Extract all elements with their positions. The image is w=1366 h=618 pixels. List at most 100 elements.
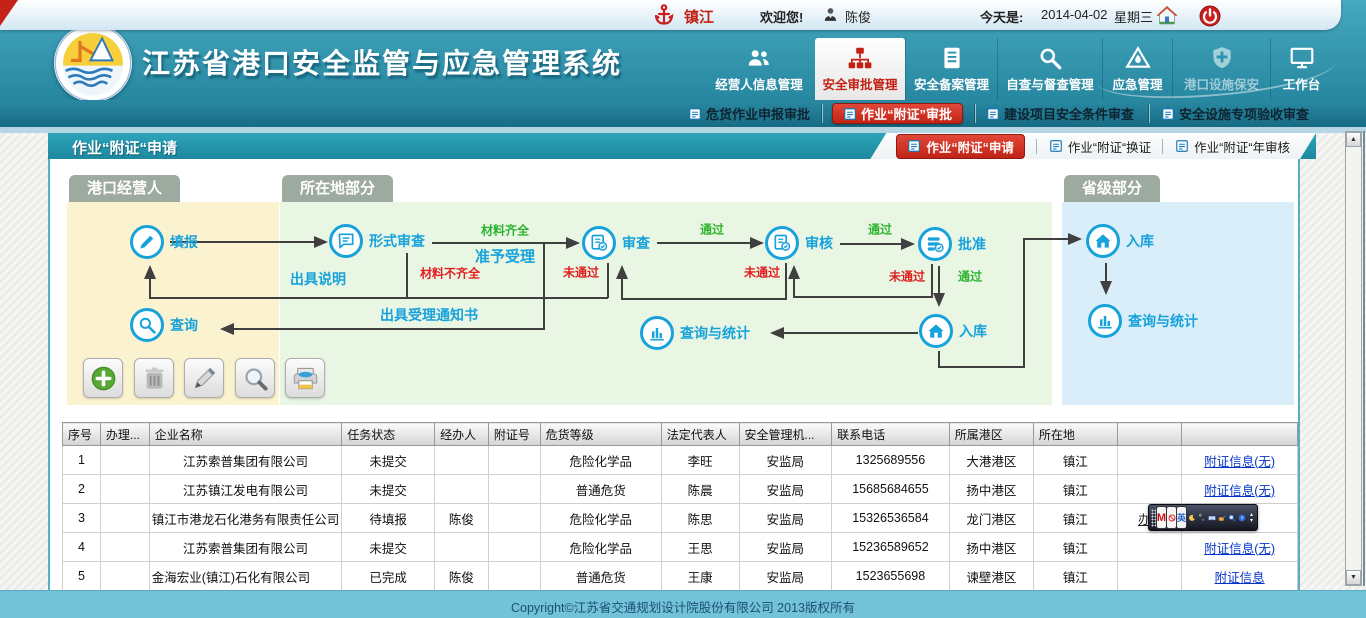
table-cell: 15236589652 (832, 533, 950, 562)
column-header: 附证号 (488, 423, 540, 446)
table-cell: 王康 (661, 562, 739, 591)
table-row[interactable]: 2江苏镇江发电有限公司未提交普通危货陈晨安监局15685684655扬中港区镇江… (63, 475, 1298, 504)
form-icon (1175, 139, 1189, 153)
page-tab-2[interactable]: 作业“附证“换证 (1049, 137, 1151, 156)
table-cell: 陈思 (661, 504, 739, 533)
ime-fullhalf-moon-icon[interactable] (1187, 507, 1196, 528)
table-cell (1117, 562, 1182, 591)
sub-nav-item-label: 危货作业申报审批 (706, 104, 810, 123)
main-nav-tab-2[interactable]: 安全审批管理 (815, 38, 905, 100)
table-cell (488, 475, 540, 504)
ime-tools-icon[interactable] (1217, 507, 1226, 528)
ime-search-icon[interactable] (1227, 507, 1236, 528)
table-row[interactable]: 1江苏索普集团有限公司未提交危险化学品李旺安监局1325689556大港港区镇江… (63, 446, 1298, 475)
table-cell: 王思 (661, 533, 739, 562)
main-nav: 经营人信息管理安全审批管理安全备案管理自查与督查管理应急管理港口设施保安工作台 (703, 38, 1332, 100)
home-button[interactable] (1155, 3, 1179, 27)
flow-node-chaxun: 查询 (130, 308, 198, 342)
sub-nav-divider (1149, 104, 1150, 123)
table-cell (100, 562, 149, 591)
ime-logo-icon[interactable]: M (1157, 507, 1166, 528)
edge-label-pass-1: 通过 (700, 221, 724, 238)
sub-nav-item-label: 作业“附证”审批 (861, 104, 952, 123)
ime-collapse-icon[interactable]: ▴▾ (1247, 507, 1256, 528)
add-button[interactable] (83, 358, 123, 398)
edge-label-pass-3: 通过 (958, 268, 982, 285)
main-nav-tab-label: 安全审批管理 (822, 74, 897, 93)
logout-button[interactable] (1198, 4, 1222, 28)
printer-icon (292, 365, 319, 392)
ime-disabled-icon[interactable] (1167, 507, 1176, 528)
today-label: 今天是: (980, 7, 1023, 26)
main-nav-tab-6[interactable]: 港口设施保安 (1172, 38, 1270, 100)
flow-node-label: 批准 (958, 234, 986, 254)
main-nav-tab-4[interactable]: 自查与督查管理 (997, 38, 1102, 100)
sub-nav-item-3[interactable]: 建设项目安全条件审查 (986, 103, 1134, 124)
cert-info-link[interactable]: 附证信息(无) (1204, 542, 1275, 556)
flow-node-label: 填报 (170, 232, 198, 252)
document-icon (939, 45, 965, 71)
column-header (1117, 423, 1182, 446)
page-tab-3[interactable]: 作业“附证“年审核 (1175, 137, 1290, 156)
table-row[interactable]: 3镇江市港龙石化港务有限责任公司待填报陈俊危险化学品陈思安监局153265365… (63, 504, 1298, 533)
table-cell[interactable]: 附证信息(无) (1182, 533, 1298, 562)
flow-node-label: 查询与统计 (1128, 311, 1198, 331)
sub-nav-item-4[interactable]: 安全设施专项验收审查 (1161, 103, 1309, 124)
cert-info-link[interactable]: 附证信息(无) (1204, 455, 1275, 469)
table-cell: 4 (63, 533, 101, 562)
table-cell: 大港港区 (949, 446, 1033, 475)
table-row[interactable]: 4江苏索普集团有限公司未提交危险化学品王思安监局15236589652扬中港区镇… (63, 533, 1298, 562)
table-cell (100, 446, 149, 475)
main-nav-tab-7[interactable]: 工作台 (1270, 38, 1332, 100)
sub-nav-item-2[interactable]: 作业“附证”审批 (832, 103, 963, 124)
main-nav-tab-label: 自查与督查管理 (1006, 74, 1094, 93)
ime-keyboard-icon[interactable] (1207, 507, 1216, 528)
ime-help-icon[interactable]: ? (1237, 507, 1246, 528)
table-cell: 江苏索普集团有限公司 (149, 533, 342, 562)
flow-node-tianbao: 填报 (130, 225, 198, 259)
ime-grip-handle[interactable] (1151, 509, 1156, 527)
table-cell (488, 504, 540, 533)
ime-english-icon[interactable]: 英 (1177, 507, 1186, 528)
doccheck-icon (772, 233, 792, 253)
anchor-icon (652, 3, 676, 27)
search-button[interactable] (235, 358, 275, 398)
table-cell (435, 533, 489, 562)
column-header: 法定代表人 (661, 423, 739, 446)
monitor-icon (1289, 45, 1315, 71)
orgchart-icon (847, 45, 873, 71)
page-tab-1[interactable]: 作业“附证“申请 (896, 134, 1025, 159)
table-cell[interactable]: 附证信息(无) (1182, 475, 1298, 504)
table-row[interactable]: 5金海宏业(镇江)石化有限公司已完成陈俊普通危货王康安监局1523655698谏… (63, 562, 1298, 591)
delete-button[interactable] (134, 358, 174, 398)
cert-info-link[interactable]: 附证信息 (1215, 571, 1265, 585)
table-cell[interactable]: 附证信息(无) (1182, 446, 1298, 475)
main-nav-tab-5[interactable]: 应急管理 (1102, 38, 1172, 100)
flow-node-shencha: 审查 (582, 226, 650, 260)
trash-icon (141, 365, 168, 392)
window-edge (1363, 131, 1365, 586)
column-header: 序号 (63, 423, 101, 446)
ime-punctuation-icon[interactable]: °, (1197, 507, 1206, 528)
table-cell[interactable]: 附证信息 (1182, 562, 1298, 591)
content-panel: 作业“附证“申请 作业“附证“申请作业“附证“换证作业“附证“年审核 港口经营人… (48, 133, 1300, 590)
ime-toolbar[interactable]: M英 °,? ▴▾ (1148, 504, 1258, 531)
cert-info-link[interactable]: 附证信息(无) (1204, 484, 1275, 498)
sub-nav-item-1[interactable]: 危货作业申报审批 (688, 103, 810, 124)
sub-nav: 危货作业申报审批 作业“附证”审批 建设项目安全条件审查 安全设施专项验收审查 (0, 100, 1366, 127)
print-button[interactable] (285, 358, 325, 398)
welcome-label: 欢迎您! (760, 7, 803, 26)
house-icon (926, 321, 946, 341)
users-icon (746, 45, 772, 71)
main-nav-tab-3[interactable]: 安全备案管理 (905, 38, 997, 100)
table-cell: 15326536584 (832, 504, 950, 533)
vertical-scrollbar[interactable]: ▲ ▼ (1345, 131, 1362, 586)
table-cell: 15685684655 (832, 475, 950, 504)
edit-button[interactable] (184, 358, 224, 398)
scroll-up-button[interactable]: ▲ (1346, 132, 1361, 147)
edge-label-acceptance-notice: 出具受理通知书 (380, 305, 478, 325)
edge-label-issue-note: 出具说明 (290, 269, 346, 289)
main-nav-tab-1[interactable]: 经营人信息管理 (703, 38, 815, 100)
svg-text:?: ? (1240, 515, 1243, 520)
scroll-down-button[interactable]: ▼ (1346, 570, 1361, 585)
